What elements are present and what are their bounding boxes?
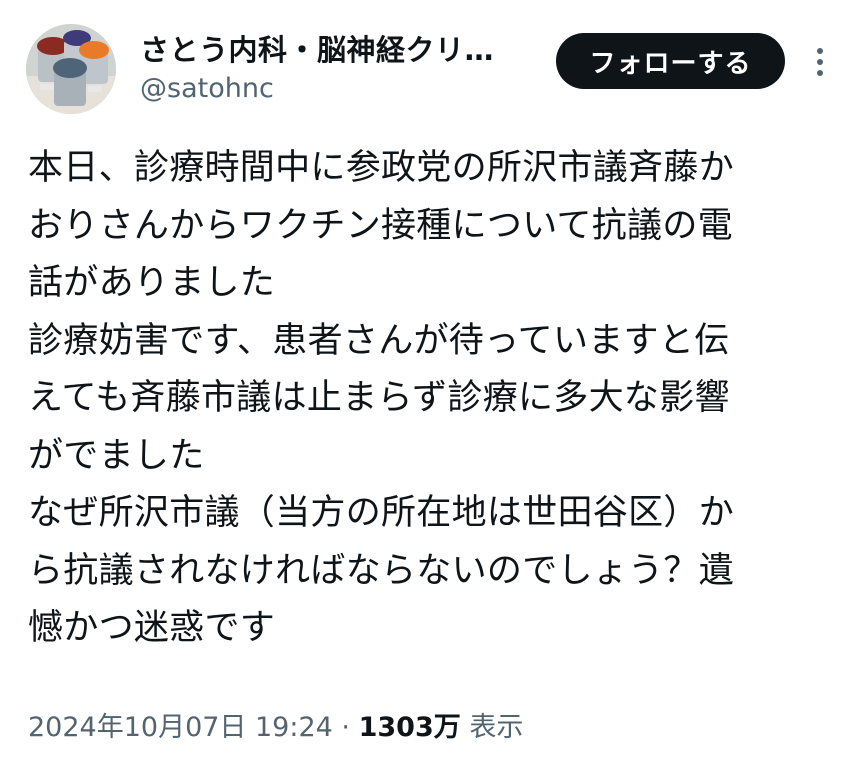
tweet-text-line: 話がありました bbox=[28, 263, 276, 303]
more-options-icon[interactable] bbox=[808, 40, 832, 84]
views-count: 1303万 bbox=[358, 712, 461, 743]
timestamp[interactable]: 2024年10月07日 19:24 bbox=[28, 712, 333, 743]
tweet-text-line: 憾かつ迷惑です bbox=[28, 608, 276, 648]
tweet-text-line: ら抗議されなければならないのでしょう？遺 bbox=[28, 550, 735, 591]
views-label: 表示 bbox=[460, 712, 524, 743]
author-display-name[interactable]: さとう内科・脳神経クリ… bbox=[140, 27, 494, 69]
meta-separator: · bbox=[332, 712, 359, 743]
author-avatar[interactable] bbox=[26, 24, 116, 114]
tweet-text: 本日、診療時間中に参政党の所沢市議斉藤か おりさんからワクチン接種について抗議の… bbox=[28, 140, 838, 658]
follow-button[interactable]: フォローする bbox=[556, 33, 785, 89]
tweet-text-line: えても斉藤市議は止まらず診療に多大な影響 bbox=[28, 378, 730, 418]
tweet-text-line: おりさんからワクチン接種について抗議の電 bbox=[28, 205, 733, 246]
tweet-text-line: なぜ所沢市議（当方の所在地は世田谷区）か bbox=[28, 493, 735, 533]
tweet-meta: 2024年10月07日 19:24 · 1303万 表示 bbox=[28, 705, 523, 744]
more-dot bbox=[817, 70, 823, 76]
avatar-image bbox=[26, 24, 116, 114]
more-dot bbox=[817, 48, 823, 54]
tweet-text-line: 本日、診療時間中に参政党の所沢市議斉藤か bbox=[28, 148, 735, 188]
tweet-text-line: 診療妨害です、患者さんが待っていますと伝 bbox=[28, 320, 730, 361]
more-dot bbox=[817, 59, 823, 65]
author-handle[interactable]: @satohnc bbox=[140, 73, 274, 104]
tweet-text-line: がでました bbox=[28, 435, 205, 476]
tweet-card: さとう内科・脳神経クリ… @satohnc フォローする 本日、診療時間中に参政… bbox=[0, 0, 864, 763]
